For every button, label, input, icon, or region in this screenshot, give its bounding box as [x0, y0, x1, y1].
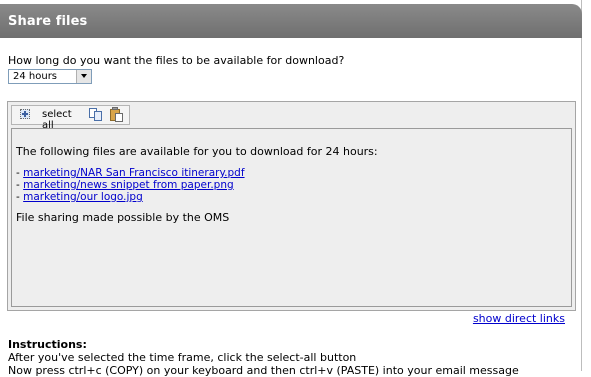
instructions: Instructions: After you've selected the …: [8, 338, 519, 377]
list-item-prefix: -: [16, 167, 20, 179]
message-intro: The following files are available for yo…: [16, 145, 378, 158]
dropdown-button[interactable]: [76, 70, 91, 83]
list-item: - marketing/news snippet from paper.png: [16, 179, 245, 191]
message-footer: File sharing made possible by the OMS: [16, 211, 230, 224]
copy-button[interactable]: [88, 107, 104, 123]
instructions-line: After you've selected the time frame, cl…: [8, 351, 357, 364]
file-list: - marketing/NAR San Francisco itinerary.…: [16, 167, 245, 203]
paste-button[interactable]: [109, 107, 125, 123]
editor-toolbar: select all: [11, 105, 130, 131]
instructions-title: Instructions:: [8, 338, 87, 351]
file-link[interactable]: marketing/our logo.jpg: [23, 191, 143, 203]
file-link[interactable]: marketing/NAR San Francisco itinerary.pd…: [23, 167, 244, 179]
share-files-panel: Share files How long do you want the fil…: [0, 0, 582, 377]
select-all-button[interactable]: select all: [13, 107, 83, 131]
list-item: - marketing/our logo.jpg: [16, 191, 245, 203]
message-content-area[interactable]: The following files are available for yo…: [11, 128, 572, 307]
show-direct-links-link[interactable]: show direct links: [473, 312, 565, 325]
select-all-icon: [20, 109, 30, 119]
list-item-prefix: -: [16, 179, 20, 191]
chevron-down-icon: [81, 74, 87, 78]
list-item: - marketing/NAR San Francisco itinerary.…: [16, 167, 245, 179]
panel-title: Share files: [8, 14, 88, 29]
panel-header: Share files: [0, 4, 582, 38]
message-editor: select all The following files are avail…: [7, 101, 576, 311]
list-item-prefix: -: [16, 191, 20, 203]
duration-select-value: 24 hours: [13, 71, 58, 82]
file-link[interactable]: marketing/news snippet from paper.png: [23, 179, 234, 191]
duration-question-label: How long do you want the files to be ava…: [8, 54, 345, 67]
duration-select[interactable]: 24 hours: [8, 69, 92, 84]
